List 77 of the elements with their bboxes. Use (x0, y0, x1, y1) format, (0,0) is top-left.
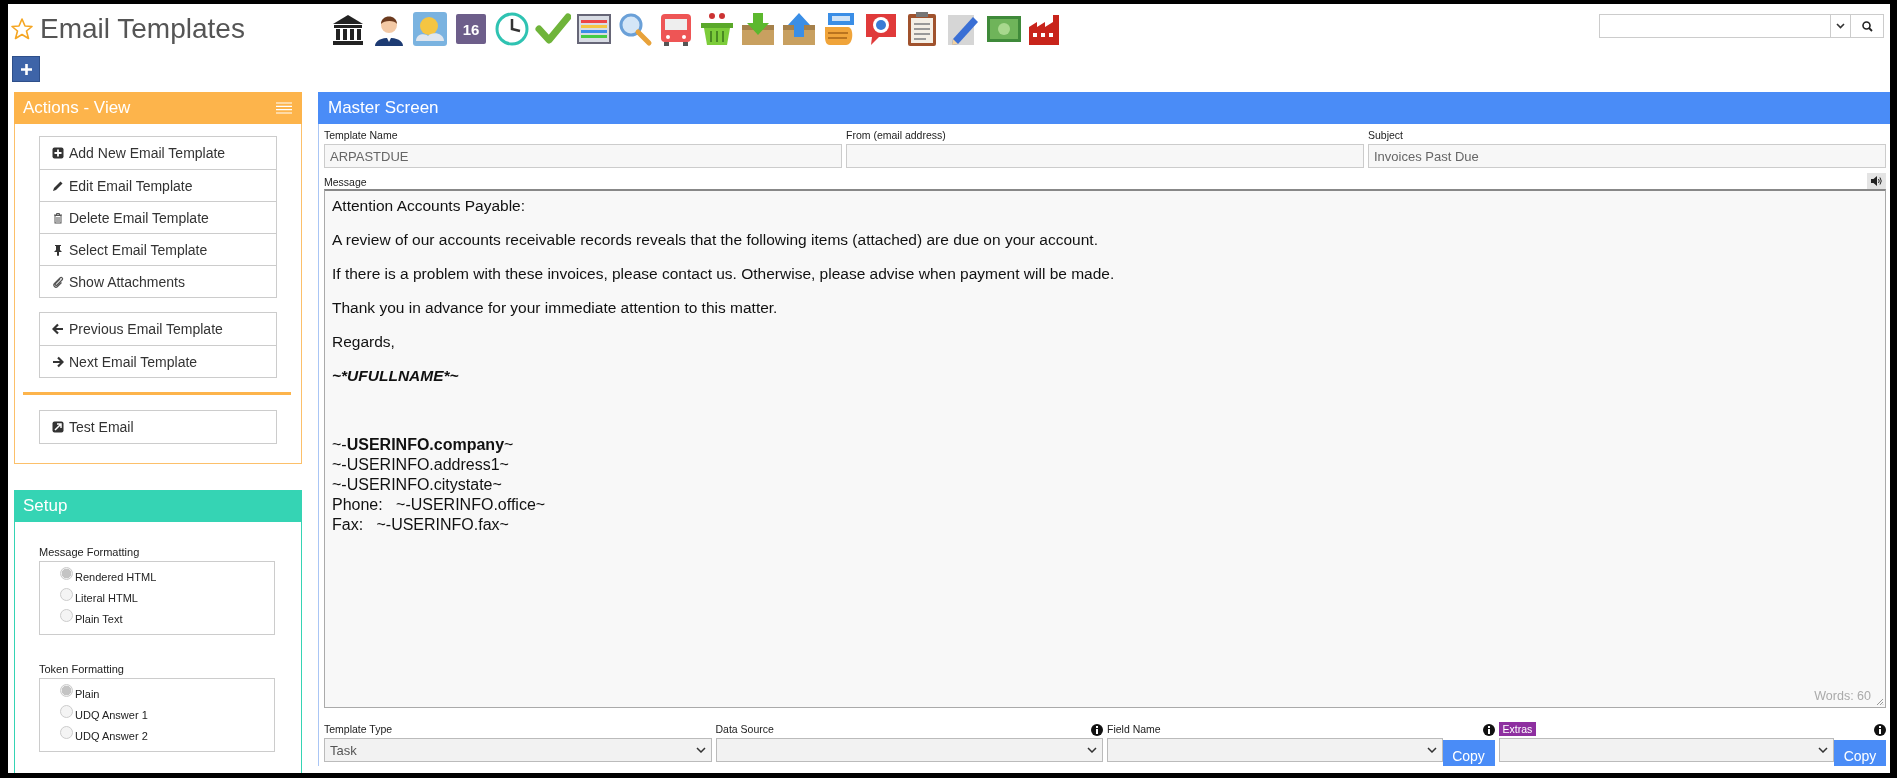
calendar-icon[interactable]: 16 (456, 14, 486, 44)
speaker-icon (1871, 176, 1882, 186)
radio-button[interactable] (60, 705, 73, 718)
search-icon[interactable] (617, 11, 653, 47)
field-label: Template Name (324, 129, 399, 142)
arrow-right-icon (52, 355, 64, 368)
info-icon[interactable] (1874, 724, 1886, 736)
checkmark-icon[interactable] (535, 11, 571, 47)
add-button[interactable] (12, 56, 40, 82)
search-icon (1861, 20, 1873, 32)
inbox-download-icon[interactable] (740, 11, 776, 47)
text-field[interactable]: Invoices Past Due (1368, 144, 1886, 168)
message-text: Attention Accounts Payable: (332, 197, 527, 215)
message-text: Thank you in advance for your immediate attention to this matter. (332, 299, 779, 317)
text-field[interactable]: ARPASTDUE (324, 144, 842, 168)
chevron-down-icon (695, 747, 706, 753)
radio-button[interactable] (60, 609, 73, 622)
extras-tag: Extras (1498, 722, 1537, 736)
message-text: Phone: ~-USERINFO.office~ (332, 495, 547, 515)
info-icon[interactable] (1091, 724, 1103, 736)
radio-label[interactable]: Rendered HTML (75, 570, 157, 583)
radio-label[interactable]: Plain Text (75, 612, 123, 625)
message-text: ~-USERINFO.address1~ (332, 455, 510, 475)
field-label: Field Name (1107, 723, 1161, 736)
dropdown[interactable]: Task (324, 738, 712, 762)
radio-button[interactable] (60, 684, 73, 697)
message-text: Regards, (332, 333, 396, 351)
field-label: Data Source (715, 723, 774, 736)
arrow-left-icon (52, 323, 64, 335)
search-field[interactable] (1599, 14, 1884, 38)
radio-label[interactable]: UDQ Answer 1 (75, 708, 148, 721)
panel-title: Actions - View (23, 98, 132, 118)
group-label: Message Formatting (39, 546, 141, 558)
message-text: ~-USERINFO.company~ (332, 435, 515, 455)
field-label: Template Type (324, 723, 393, 736)
field-label: Message (324, 176, 367, 189)
speech-bubble-dollar-icon[interactable] (863, 11, 899, 47)
message-text: ~*UFULLNAME*~ (332, 367, 460, 385)
field-label: From (email address) (846, 129, 947, 142)
paperclip-icon (52, 275, 64, 288)
window-icon[interactable] (576, 11, 612, 47)
radio-button[interactable] (60, 726, 73, 739)
sun-cloud-icon[interactable] (412, 11, 448, 47)
speaker-button[interactable] (1867, 173, 1886, 189)
page-title: Email Templates (40, 13, 245, 45)
panel-title: Setup (14, 490, 302, 522)
chevron-down-icon (1426, 747, 1437, 753)
info-icon[interactable] (1482, 724, 1495, 736)
plus-icon (20, 63, 32, 75)
external-link-icon (52, 421, 64, 433)
radio-label[interactable]: Plain (75, 687, 100, 700)
panel-title: Master Screen (318, 92, 1890, 124)
pin-icon (52, 243, 64, 256)
clock-icon[interactable] (494, 11, 530, 47)
chevron-down-icon (1087, 747, 1097, 753)
group-label: Token Formatting (39, 663, 125, 675)
plus-square-icon (52, 147, 64, 159)
pencil-icon (52, 179, 64, 192)
field-label: Subject (1368, 129, 1405, 142)
star-icon[interactable] (10, 17, 34, 41)
inbox-upload-icon[interactable] (781, 11, 817, 47)
trash-icon (52, 211, 64, 224)
message-text: If there is a problem with these invoices, please contact us. Otherwise, please advise when payment will be made. (332, 265, 1116, 283)
resize-grip-icon[interactable] (1876, 698, 1884, 706)
radio-label[interactable]: Literal HTML (75, 591, 138, 604)
message-text: A review of our accounts receivable records reveals that the following items (attached) are due on your account. (332, 231, 1099, 249)
chevron-down-icon (1836, 23, 1845, 29)
bus-icon[interactable] (658, 11, 694, 47)
chevron-down-icon (1818, 747, 1828, 753)
radio-label[interactable]: UDQ Answer 2 (75, 729, 148, 742)
word-count: Words: 60 (1814, 689, 1871, 703)
radio-button[interactable] (60, 588, 73, 601)
text-field[interactable] (846, 144, 1364, 168)
message-text: Fax: ~-USERINFO.fax~ (332, 515, 510, 535)
basket-icon[interactable] (699, 11, 735, 47)
radio-button[interactable] (60, 567, 73, 580)
message-text: ~-USERINFO.citystate~ (332, 475, 503, 495)
